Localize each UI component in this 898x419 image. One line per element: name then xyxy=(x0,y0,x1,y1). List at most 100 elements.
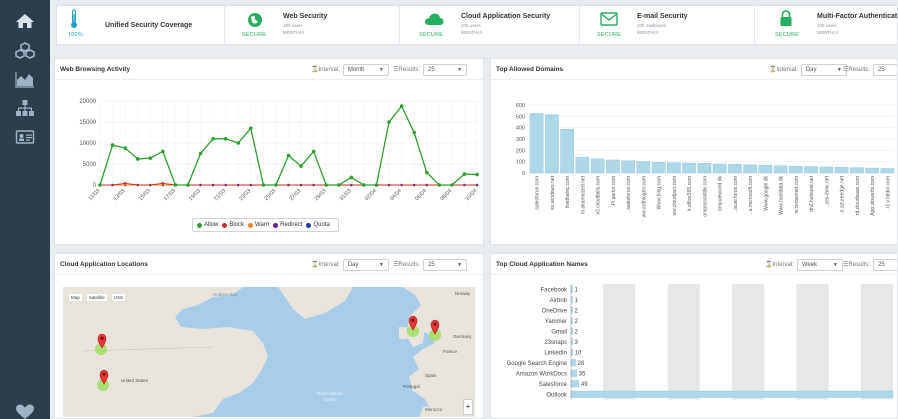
satellite-tab[interactable]: Satellite xyxy=(86,294,107,301)
legend-item-warn[interactable]: Warn xyxy=(248,222,269,228)
results-select[interactable]: 25 ▼ xyxy=(423,258,468,271)
category-label: OneDrive xyxy=(542,308,568,314)
interval-label: ⌛ Interval: xyxy=(311,66,340,74)
pin-icon[interactable] xyxy=(97,333,107,349)
x-tick-label: 13/03 xyxy=(113,188,127,202)
hourglass-icon: ⌛ xyxy=(769,67,777,73)
results-select[interactable]: 25 ▼ xyxy=(423,63,468,76)
x-tick-label: v2.cloudtalis.com xyxy=(596,176,602,214)
pin-icon[interactable] xyxy=(430,319,440,335)
x-tick-label: ..salesforce.com xyxy=(626,176,632,212)
x-tick-label: 15/03 xyxy=(138,188,152,202)
heart-icon[interactable] xyxy=(0,399,50,419)
x-tick-label: 02/04 xyxy=(364,188,378,202)
legend-item-redirect[interactable]: Redirect xyxy=(273,222,302,228)
interval-select[interactable]: Month ▼ xyxy=(342,63,389,76)
data-point xyxy=(173,183,178,187)
email-title: E-mail Security xyxy=(637,13,688,20)
top-domains-chart: 0 100 200 300 400 500 600 ..salesforce.com ss.wi… xyxy=(516,103,895,217)
globe-shield-icon xyxy=(248,13,262,27)
x-tick-label: k.office365.com xyxy=(687,176,693,211)
y-tick-label: 200 xyxy=(516,148,525,154)
bar xyxy=(697,163,712,174)
data-point xyxy=(211,137,215,141)
data-point xyxy=(223,137,228,141)
legend-item-allow[interactable]: Allow xyxy=(197,222,218,228)
status-strip: 100% Unified Security Coverage SECURE We… xyxy=(56,5,898,45)
bar xyxy=(834,167,849,174)
interval-control: ⌛ Interval: Week ▼ xyxy=(765,258,843,271)
germany-label: Germany xyxy=(453,334,472,339)
legend-item-block[interactable]: Block xyxy=(222,222,244,228)
home-icon[interactable] xyxy=(0,8,50,34)
category-label: Gmail xyxy=(551,329,567,335)
pin-icon[interactable] xyxy=(99,369,109,385)
grid-band xyxy=(796,284,829,400)
y-tick-label: 15000 xyxy=(79,120,96,126)
value-label: 1 xyxy=(575,287,579,293)
area-chart-icon[interactable] xyxy=(0,66,50,92)
data-point xyxy=(475,172,479,177)
web-security-period: MONTHLY xyxy=(283,30,305,35)
bar xyxy=(621,160,635,174)
hudson-bay-label: Hudson Bay xyxy=(213,292,238,297)
zoom-in-button[interactable]: + xyxy=(463,399,473,415)
chart-legend: Allow Block Warn Redirect Quota xyxy=(192,218,339,232)
caret-down-icon: ▼ xyxy=(378,66,384,73)
x-tick-label: Www.baeldata.dk xyxy=(779,176,785,215)
mfa-status: SECURE xyxy=(775,32,800,38)
interval-select[interactable]: Day ▼ xyxy=(342,258,389,271)
data-point xyxy=(236,141,241,145)
data-point xyxy=(123,182,127,185)
y-tick-label: 20000 xyxy=(79,99,96,105)
caret-down-icon: ▼ xyxy=(832,261,838,268)
locations-map[interactable]: Map Satellite USS Hudson Bay Norway Germ… xyxy=(63,287,475,417)
sidebar xyxy=(0,0,50,419)
bar xyxy=(590,158,605,174)
web-browsing-panel: Web Browsing Activity ⌛ Interval: Month ▼ … xyxy=(54,58,484,245)
x-tick-label: 04/04 xyxy=(389,188,403,202)
value-label: 2 xyxy=(575,329,579,335)
pin-icon[interactable] xyxy=(408,315,418,331)
results-select[interactable]: 25 xyxy=(873,63,897,76)
ocean-label: North Atlantic Ocean xyxy=(316,391,344,402)
legend-label: Quota xyxy=(313,222,330,228)
bar xyxy=(570,380,580,388)
category-label: Yammer xyxy=(545,319,567,325)
data-point xyxy=(274,183,278,187)
legend-item-quota[interactable]: Quota xyxy=(306,222,330,228)
data-point xyxy=(349,175,354,180)
y-tick-label: 500 xyxy=(516,114,525,120)
data-point xyxy=(286,153,291,158)
email-security-cell[interactable]: SECURE E-mail Security 100 mailboxes MON… xyxy=(580,6,755,44)
mfa-cell[interactable]: SECURE Multi-Factor Authenticat 100 user… xyxy=(755,6,898,44)
x-tick-label: livethatnc.com xyxy=(565,176,571,208)
x-tick-label: ww.cloudpun.com xyxy=(672,176,678,215)
interval-select[interactable]: Day ▼ xyxy=(800,63,847,76)
x-tick-label: 06/04 xyxy=(414,188,428,202)
map-tab[interactable]: Map xyxy=(69,294,82,301)
data-point xyxy=(110,143,115,147)
coverage-percent: 100% xyxy=(68,32,83,38)
bar xyxy=(712,163,727,174)
cubes-icon[interactable] xyxy=(0,37,50,63)
uss-tab[interactable]: USS xyxy=(111,294,126,301)
results-label: ☰ Results: xyxy=(393,261,421,269)
grid-band xyxy=(667,284,700,400)
results-control: ☰ Results: 25 xyxy=(843,63,897,76)
x-tick-label: m.akamaized.net xyxy=(580,175,586,214)
sitemap-icon[interactable] xyxy=(0,95,50,121)
lock-icon xyxy=(780,10,792,26)
category-label: LinkedIn xyxy=(544,350,567,356)
id-card-icon[interactable] xyxy=(0,124,50,150)
results-select[interactable]: 25 xyxy=(873,258,897,271)
x-tick-label: ompuleworld.dk xyxy=(718,176,724,212)
x-tick-label: 21/03 xyxy=(213,188,227,202)
web-security-cell[interactable]: SECURE Web Security 100 users MONTHLY xyxy=(225,6,400,44)
category-label: 23snaps xyxy=(544,340,567,346)
data-point xyxy=(198,151,203,156)
cloud-app-security-cell[interactable]: SECURE Cloud Application Security 100 us… xyxy=(400,6,580,44)
data-point xyxy=(98,183,102,187)
interval-select[interactable]: Week ▼ xyxy=(796,258,843,271)
x-tick-label: ..ces-ibmc.net xyxy=(824,175,830,207)
